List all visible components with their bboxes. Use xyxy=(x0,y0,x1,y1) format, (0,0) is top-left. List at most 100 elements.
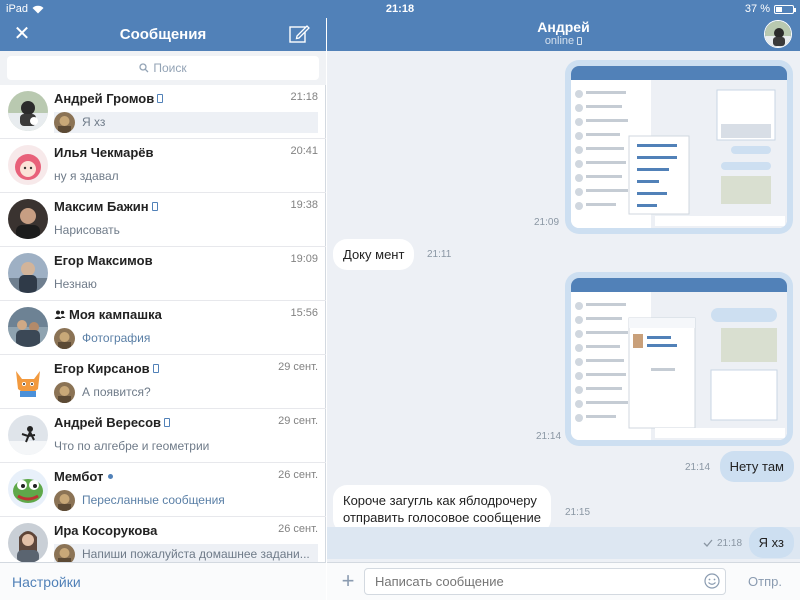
dialog-preview: Незнаю xyxy=(54,277,97,291)
dialog-name: Мембот xyxy=(54,469,114,484)
message-time: 21:15 xyxy=(565,507,591,518)
chat-header: Андрей online xyxy=(327,18,800,51)
dialog-name: Максим Бажин xyxy=(54,199,158,214)
dialog-preview: Нарисовать xyxy=(54,223,120,237)
avatar xyxy=(8,253,48,293)
status-right: 37 % xyxy=(744,3,796,15)
dialog-row[interactable]: Моя кампашка 15:56 Фотография xyxy=(0,301,326,355)
dialog-time: 26 сент. xyxy=(278,523,318,535)
incoming-message[interactable]: Короче загугль как яблодрочеру отправить… xyxy=(333,485,551,533)
dialog-time: 29 сент. xyxy=(278,415,318,427)
message-time: 21:14 xyxy=(685,462,711,473)
avatar xyxy=(8,91,48,131)
outgoing-message[interactable]: Я хз xyxy=(748,527,794,558)
dialog-row[interactable]: Мембот 26 сент. Пересланные сообщения xyxy=(0,463,326,517)
dialog-preview: Что по алгебре и геометрии xyxy=(54,439,210,453)
search-placeholder: Поиск xyxy=(153,61,187,75)
dialog-time: 19:09 xyxy=(290,253,318,265)
chat-peer-avatar[interactable] xyxy=(764,20,792,48)
dialog-row[interactable]: Егор Максимов 19:09 Незнаю xyxy=(0,247,326,301)
dialog-time: 19:38 xyxy=(290,199,318,211)
dialog-time: 29 сент. xyxy=(278,361,318,373)
incoming-message[interactable]: Доку мент xyxy=(333,239,415,270)
dialog-time: 21:18 xyxy=(290,91,318,103)
dialog-name: Моя кампашка xyxy=(54,307,162,322)
avatar xyxy=(8,415,48,455)
message-time: 21:14 xyxy=(536,431,562,442)
compose-icon[interactable] xyxy=(288,23,310,45)
own-avatar xyxy=(54,490,75,511)
chat-peer-name[interactable]: Андрей xyxy=(327,19,800,35)
screenshot-attachment[interactable] xyxy=(571,278,787,440)
screenshot-attachment[interactable] xyxy=(571,66,787,228)
avatar xyxy=(8,145,48,185)
dialog-name: Ира Косорукова xyxy=(54,523,158,538)
avatar xyxy=(8,307,48,347)
mobile-icon xyxy=(157,94,164,103)
chat-peer-status: online xyxy=(327,35,800,47)
dialog-time: 20:41 xyxy=(290,145,318,157)
own-avatar xyxy=(54,544,75,562)
search-bar: Поиск xyxy=(0,51,326,85)
message-composer: + Отпр. xyxy=(327,562,800,600)
image-message[interactable] xyxy=(565,272,793,446)
dialogs-pane: ✕ Сообщения Поиск Андрей Громов 21:18 Я … xyxy=(0,0,326,600)
dialog-preview: А появится? xyxy=(54,382,318,403)
message-time: 21:18 xyxy=(717,538,743,549)
dialog-time: 26 сент. xyxy=(278,469,318,481)
dialogs-title: Сообщения xyxy=(119,26,207,43)
dialog-preview: Пересланные сообщения xyxy=(54,490,318,511)
dialogs-list: Андрей Громов 21:18 Я хз Илья Чекмарёв 2… xyxy=(0,85,326,562)
dialogs-header: ✕ Сообщения xyxy=(0,18,326,51)
message-time: 21:11 xyxy=(427,249,452,260)
dialog-name: Егор Кирсанов xyxy=(54,361,159,376)
dialog-row[interactable]: Максим Бажин 19:38 Нарисовать xyxy=(0,193,326,247)
dialog-name: Андрей Вересов xyxy=(54,415,171,430)
dialog-name: Андрей Громов xyxy=(54,91,164,106)
status-bar: iPad 21:18 37 % xyxy=(0,0,800,18)
dialog-name: Егор Максимов xyxy=(54,253,153,268)
dialog-row[interactable]: Ира Косорукова 26 сент. Напиши пожалуйст… xyxy=(0,517,326,562)
dialog-preview: ну я здавал xyxy=(54,169,119,183)
dialog-row[interactable]: Илья Чекмарёв 20:41 ну я здавал xyxy=(0,139,326,193)
message-line: Короче загугль как яблодрочеру xyxy=(343,493,537,508)
message-input[interactable] xyxy=(364,568,726,595)
messages-list: 21:09 Доку мент 21:11 21:14 21:14 Нету т… xyxy=(327,51,800,562)
search-input[interactable]: Поиск xyxy=(7,56,319,80)
online-indicator xyxy=(108,474,114,479)
avatar xyxy=(8,469,48,509)
sender-avatar xyxy=(54,328,75,349)
group-icon xyxy=(54,310,66,319)
own-avatar xyxy=(54,112,75,133)
emoji-icon[interactable] xyxy=(704,573,720,589)
mobile-icon xyxy=(577,37,583,45)
attach-plus-icon[interactable]: + xyxy=(337,570,359,592)
status-time: 21:18 xyxy=(385,3,415,15)
settings-link[interactable]: Настройки xyxy=(12,574,81,590)
dialogs-footer: Настройки xyxy=(0,562,326,600)
avatar xyxy=(8,361,48,401)
battery-icon xyxy=(774,4,796,14)
dialog-preview: Напиши пожалуйста домашнее задани... xyxy=(54,544,318,562)
message-line: отправить голосовое сообщение xyxy=(343,510,541,525)
battery-percent: 37 % xyxy=(744,3,770,15)
message-time: 21:09 xyxy=(534,217,560,228)
dialog-name: Илья Чекмарёв xyxy=(54,145,154,160)
dialog-preview: Фотография xyxy=(54,328,318,349)
dialog-row[interactable]: Андрей Вересов 29 сент. Что по алгебре и… xyxy=(0,409,326,463)
search-icon xyxy=(139,63,149,73)
chat-pane: Андрей online 21:09 Доку мент 21:11 21:1… xyxy=(327,0,800,600)
image-message[interactable] xyxy=(565,60,793,234)
avatar xyxy=(8,523,48,562)
dialog-row[interactable]: Андрей Громов 21:18 Я хз xyxy=(0,85,326,139)
own-avatar xyxy=(54,382,75,403)
mobile-icon xyxy=(151,202,158,211)
dialog-row[interactable]: Егор Кирсанов 29 сент. А появится? xyxy=(0,355,326,409)
send-button[interactable]: Отпр. xyxy=(748,574,782,589)
mobile-icon xyxy=(164,418,171,427)
outgoing-message[interactable]: Нету там xyxy=(719,451,794,482)
dialog-time: 15:56 xyxy=(290,307,318,319)
mobile-icon xyxy=(152,364,159,373)
read-check-icon xyxy=(703,539,713,547)
avatar xyxy=(8,199,48,239)
